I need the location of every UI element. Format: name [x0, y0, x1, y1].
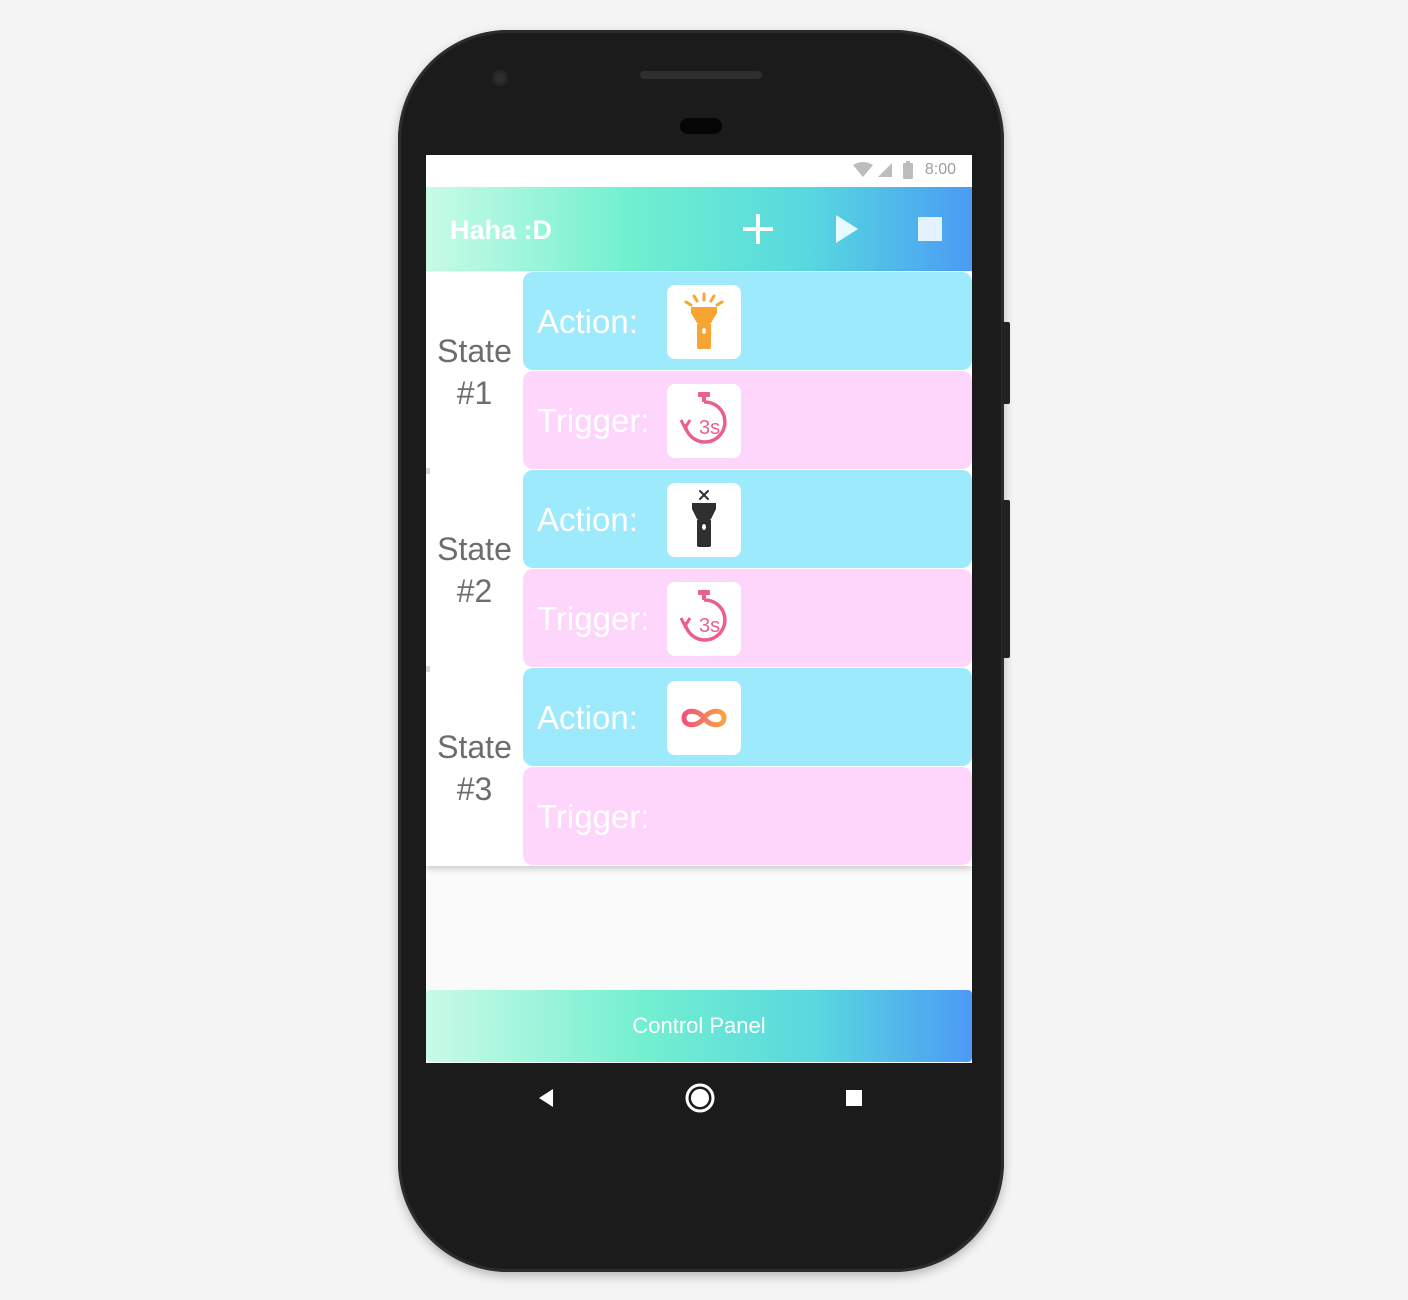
- back-icon: [539, 1089, 553, 1107]
- signal-icon: [877, 163, 892, 177]
- state-1-action-row[interactable]: Action:: [523, 272, 972, 370]
- app-bar: Haha :D: [426, 187, 972, 271]
- action-icon-tile[interactable]: [667, 483, 741, 557]
- front-camera: [492, 70, 508, 86]
- state-3-action-row[interactable]: Action:: [523, 668, 972, 766]
- recents-button[interactable]: [837, 1081, 871, 1115]
- app-title: Haha :D: [450, 215, 553, 245]
- state-label-line1: State: [437, 333, 512, 369]
- state-3-trigger-row[interactable]: Trigger:: [523, 767, 972, 865]
- status-icons: 8:00: [852, 161, 956, 179]
- status-bar: 8:00: [426, 155, 972, 187]
- battery-icon: [902, 161, 913, 179]
- state-3-label: State #3: [426, 726, 523, 810]
- state-label-line1: State: [437, 729, 512, 765]
- wifi-icon: [852, 162, 873, 177]
- volume-button: [1002, 322, 1010, 404]
- trigger-icon-tile[interactable]: 3s: [667, 582, 741, 656]
- add-state-button[interactable]: [738, 209, 778, 249]
- state-1-label: State #1: [426, 330, 523, 414]
- state-label-line2: #3: [456, 771, 493, 807]
- flashlight-off-icon: [692, 490, 716, 547]
- home-icon: [685, 1083, 715, 1113]
- flashlight-on-icon: [684, 292, 724, 349]
- stop-button[interactable]: [910, 209, 950, 249]
- play-button[interactable]: [826, 209, 866, 249]
- action-label: Action:: [537, 699, 638, 736]
- action-label: Action:: [537, 303, 638, 340]
- play-icon: [836, 215, 858, 243]
- proximity-sensor: [680, 118, 722, 134]
- timer-text: 3s: [699, 417, 720, 439]
- state-label-line2: #2: [456, 573, 493, 609]
- state-list: State #1 Action: Trigger: 3s State #2 Ac…: [426, 272, 972, 866]
- trigger-icon-tile[interactable]: 3s: [667, 384, 741, 458]
- plus-icon: [743, 214, 773, 244]
- screen: 8:00 Haha :D State #1 Action: Trigger: 3…: [426, 155, 972, 1063]
- divider: [426, 666, 430, 672]
- state-2-label: State #2: [426, 528, 523, 612]
- state-label-line2: #1: [456, 375, 493, 411]
- action-label: Action:: [537, 501, 638, 538]
- divider: [426, 468, 430, 474]
- recents-icon: [846, 1090, 862, 1106]
- timer-3s-icon: 3s: [679, 590, 727, 642]
- navigation-bar: [426, 1063, 972, 1133]
- state-label-line1: State: [437, 531, 512, 567]
- trigger-label: Trigger:: [537, 798, 650, 835]
- home-button[interactable]: [683, 1081, 717, 1115]
- action-icon-tile[interactable]: [667, 681, 741, 755]
- state-2-action-row[interactable]: Action:: [523, 470, 972, 568]
- trigger-label: Trigger:: [537, 600, 650, 637]
- back-button[interactable]: [529, 1081, 563, 1115]
- timer-3s-icon: 3s: [679, 392, 727, 444]
- stop-icon: [918, 217, 942, 241]
- trigger-label: Trigger:: [537, 402, 650, 439]
- clock: 8:00: [924, 161, 956, 178]
- state-2-trigger-row[interactable]: Trigger: 3s: [523, 569, 972, 667]
- power-button: [1002, 500, 1010, 658]
- loop-infinity-icon: [681, 708, 727, 728]
- action-icon-tile[interactable]: [667, 285, 741, 359]
- earpiece-speaker: [640, 71, 762, 79]
- timer-text: 3s: [699, 615, 720, 637]
- control-panel-button[interactable]: Control Panel: [426, 990, 972, 1062]
- state-1-trigger-row[interactable]: Trigger: 3s: [523, 371, 972, 469]
